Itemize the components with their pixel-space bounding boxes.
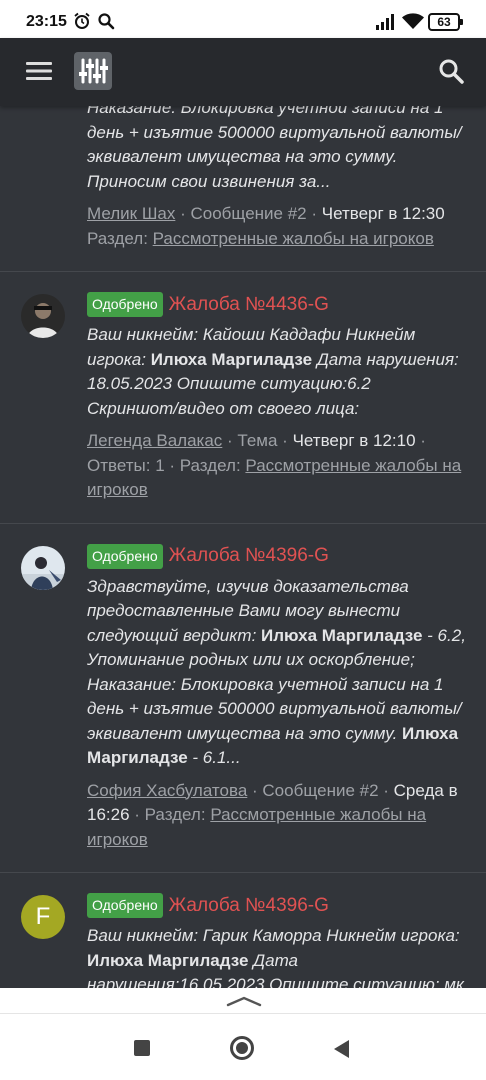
result-title[interactable]: Жалоба №4396-G <box>169 545 329 567</box>
result-snippet: Ваш никнейм: Кайоши Каддафи Никнейм игро… <box>87 325 459 418</box>
result-title[interactable]: Жалоба №4436-G <box>169 294 329 316</box>
status-bar: 23:15 63 <box>0 0 486 38</box>
result-snippet: Здравствуйте, изучив доказательства пред… <box>87 576 466 768</box>
author-link[interactable]: Мелик Шах <box>87 204 175 223</box>
title-row: Одобрено Жалоба №4436-G <box>87 292 466 317</box>
section-link[interactable]: Рассмотренные жалобы на игроков <box>153 229 434 248</box>
back-icon[interactable] <box>332 1039 350 1064</box>
pull-up-handle[interactable] <box>0 988 486 1014</box>
result-meta: Легенда Валакас · Тема · Четверг в 12:10… <box>87 431 462 499</box>
search-icon[interactable] <box>438 58 464 89</box>
status-badge: Одобрено <box>87 543 163 569</box>
section-label: Раздел: <box>179 455 241 475</box>
post-type: Сообщение #2 <box>190 204 307 223</box>
post-type: Тема <box>237 431 278 450</box>
result-meta: София Хасбулатова · Сообщение #2 · Среда… <box>87 780 458 849</box>
section-link[interactable]: Рассмотренные жалобы на игроков <box>87 805 426 849</box>
post-type: Сообщение #2 <box>262 780 379 800</box>
result-item[interactable]: Одобрено Жалоба №4396-G Здравствуйте, из… <box>0 524 486 873</box>
result-item[interactable]: F Одобрено Жалоба №4396-G Ваш никнейм: Г… <box>0 873 486 988</box>
signal-icon <box>376 14 396 35</box>
battery-icon: 63 <box>428 13 463 31</box>
author-link[interactable]: Легенда Валакас <box>87 431 222 450</box>
recents-icon[interactable] <box>134 1040 150 1056</box>
result-snippet: Ваш никнейм: Гарик Каморра Никнейм игрок… <box>87 926 464 988</box>
home-icon[interactable] <box>230 1036 254 1060</box>
wifi-icon <box>402 13 424 35</box>
title-row: Одобрено Жалоба №4396-G <box>87 543 466 569</box>
equalizer-logo-icon[interactable] <box>74 52 112 90</box>
system-nav-bar <box>0 1014 486 1080</box>
section-label: Раздел: <box>87 228 148 248</box>
status-badge: Одобрено <box>87 292 163 317</box>
alarm-icon <box>73 12 91 35</box>
result-meta: Мелик Шах · Сообщение #2 · Четверг в 12:… <box>87 204 445 248</box>
author-link[interactable]: София Хасбулатова <box>87 781 247 800</box>
result-item[interactable]: Одобрено Жалоба №4436-G Ваш никнейм: Кай… <box>0 272 486 524</box>
avatar[interactable]: F <box>21 895 65 939</box>
result-snippet: Наказание: Блокировка учетной записи на … <box>87 106 462 191</box>
title-row: Одобрено Жалоба №4396-G <box>87 893 466 918</box>
reply-count: Ответы: 1 <box>87 455 165 475</box>
avatar-letter: F <box>35 903 51 930</box>
post-date: Четверг в 12:30 <box>321 204 445 223</box>
section-label: Раздел: <box>144 805 206 824</box>
post-date: Четверг в 12:10 <box>292 431 416 450</box>
status-badge: Одобрено <box>87 893 163 918</box>
avatar[interactable] <box>21 545 65 590</box>
status-time: 23:15 <box>26 13 67 30</box>
hamburger-icon[interactable] <box>26 60 54 87</box>
result-item[interactable]: Наказание: Блокировка учетной записи на … <box>0 106 486 272</box>
status-search-icon <box>97 12 115 35</box>
avatar[interactable] <box>21 294 65 338</box>
search-results-feed[interactable]: Наказание: Блокировка учетной записи на … <box>0 106 486 988</box>
app-header <box>0 38 486 106</box>
result-title[interactable]: Жалоба №4396-G <box>169 895 329 917</box>
